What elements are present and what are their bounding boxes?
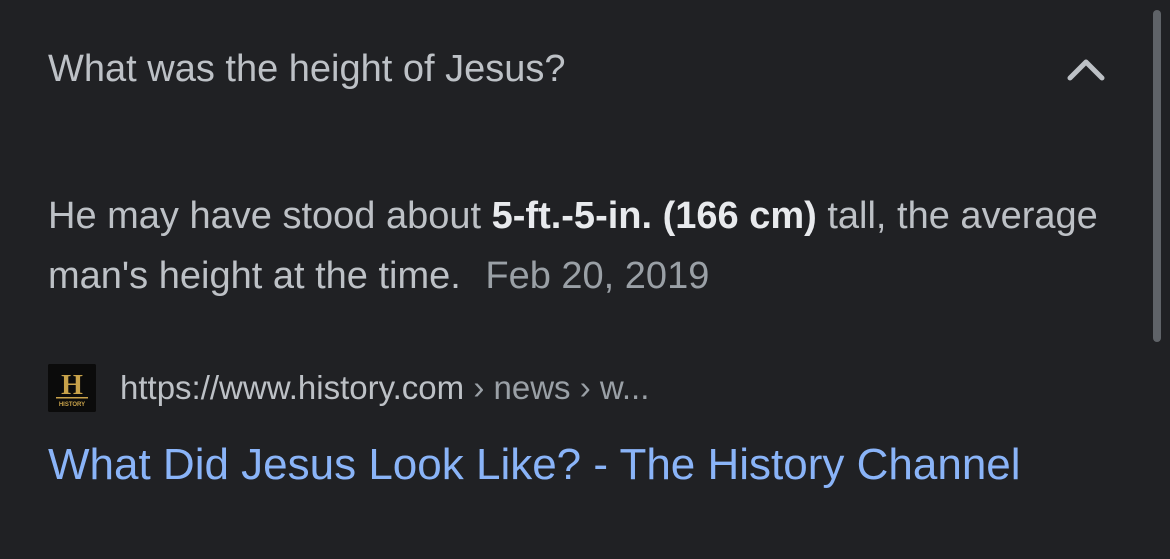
answer-prefix: He may have stood about xyxy=(48,195,482,237)
scrollbar[interactable] xyxy=(1153,10,1161,342)
source-link[interactable]: H HISTORY https://www.history.com › news… xyxy=(48,364,1108,412)
question-text: What was the height of Jesus? xyxy=(48,48,566,90)
answer-snippet: He may have stood about 5-ft.-5-in. (166… xyxy=(48,186,1108,306)
result-title-link[interactable]: What Did Jesus Look Like? - The History … xyxy=(48,436,1021,494)
chevron-up-icon[interactable] xyxy=(1064,48,1108,88)
people-also-ask-card: What was the height of Jesus? He may hav… xyxy=(0,0,1170,559)
favicon-label: HISTORY xyxy=(59,402,85,408)
favicon-letter: H xyxy=(61,370,83,401)
source-url[interactable]: https://www.history.com › news › w... xyxy=(120,368,649,408)
source-url-crumbs: › news › w... xyxy=(473,369,650,406)
history-logo-icon: H HISTORY xyxy=(48,364,96,412)
source-url-base: https://www.history.com xyxy=(120,369,465,406)
answer-highlight: 5-ft.-5-in. (166 cm) xyxy=(491,195,817,237)
answer-date: Feb 20, 2019 xyxy=(485,255,710,297)
question-toggle[interactable]: What was the height of Jesus? xyxy=(0,0,1150,140)
